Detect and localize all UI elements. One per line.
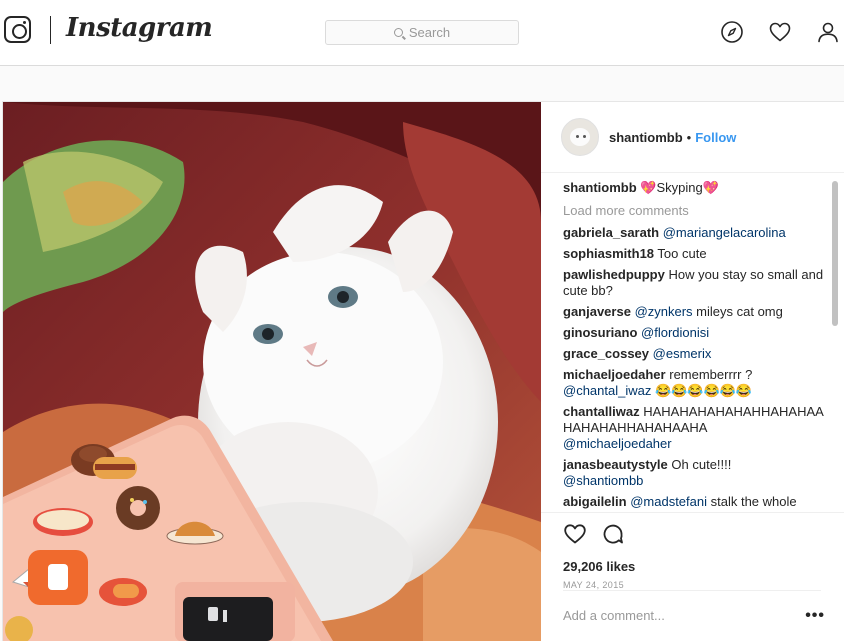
comments-list[interactable]: shantiombb 💖Skyping💖 Load more comments … — [563, 180, 833, 512]
comment-username[interactable]: abigailelin — [563, 494, 627, 509]
list-item: chantalliwaz HAHAHAHAHAHAHHAHAHAAHAHAHAH… — [563, 404, 833, 452]
comment-username[interactable]: michaeljoedaher — [563, 367, 666, 382]
search-icon — [393, 28, 403, 37]
comment-username[interactable]: gabriela_sarath — [563, 225, 659, 240]
comment-bubble-icon[interactable] — [601, 522, 625, 546]
comment-text: 😂😂😂😂😂😂 — [651, 383, 753, 398]
list-item: pawlishedpuppy How you stay so small and… — [563, 267, 833, 299]
post-actions: 29,206 likes MAY 24, 2015 — [541, 512, 844, 590]
add-comment-field[interactable]: Add a comment... ••• — [563, 590, 824, 640]
kitten-photo — [3, 102, 541, 641]
list-item: janasbeautystyle Oh cute!!!! @shantiombb — [563, 457, 833, 489]
list-item: grace_cossey @esmerix — [563, 346, 833, 362]
search-input[interactable]: Search — [325, 20, 519, 45]
list-item: abigailelin @madstefani stalk the whole — [563, 494, 833, 510]
comment-username[interactable]: chantalliwaz — [563, 404, 640, 419]
comment-username[interactable]: grace_cossey — [563, 346, 649, 361]
follow-button[interactable]: Follow — [695, 130, 736, 145]
comment-username[interactable]: ganjaverse — [563, 304, 631, 319]
separator-dot: • — [686, 129, 692, 145]
scrollbar-thumb[interactable] — [832, 181, 838, 326]
instagram-logo-icon[interactable] — [4, 16, 31, 43]
caption-username[interactable]: shantiombb — [563, 180, 637, 195]
comment-text: Oh cute!!!! — [671, 457, 732, 472]
post-date: MAY 24, 2015 — [563, 580, 625, 590]
likes-count[interactable]: 29,206 likes — [563, 559, 844, 574]
post-sidebar: shantiombb • Follow shantiombb 💖Skyping💖… — [541, 102, 844, 641]
list-item: sophiasmith18 Too cute — [563, 246, 833, 262]
list-item: gabriela_sarath @mariangelacarolina — [563, 225, 833, 241]
comment-mention[interactable]: @flordionisi — [641, 325, 709, 340]
caption: shantiombb 💖Skyping💖 — [563, 180, 833, 196]
comment-mention[interactable]: @esmerix — [653, 346, 712, 361]
compass-icon[interactable] — [720, 20, 744, 44]
comments-scrollbar[interactable] — [831, 175, 840, 512]
profile-icon[interactable] — [816, 20, 840, 44]
comment-mention[interactable]: @michaeljoedaher — [563, 436, 672, 451]
comment-mention[interactable]: @madstefani — [630, 494, 707, 509]
search-placeholder: Search — [408, 25, 451, 40]
add-comment-placeholder: Add a comment... — [563, 608, 665, 623]
comment-text: rememberrrr ? — [669, 367, 753, 382]
comment-mention[interactable]: @zynkers — [635, 304, 693, 319]
heart-outline-icon[interactable] — [563, 522, 587, 546]
avatar[interactable] — [561, 118, 599, 156]
comment-mention[interactable]: @shantiombb — [563, 473, 643, 488]
list-item: ganjaverse @zynkers mileys cat omg — [563, 304, 833, 320]
comment-text: Too cute — [657, 246, 707, 261]
post-owner-username[interactable]: shantiombb — [609, 130, 683, 145]
comment-username[interactable]: sophiasmith18 — [563, 246, 654, 261]
comment-mention[interactable]: @mariangelacarolina — [663, 225, 786, 240]
load-more-comments-button[interactable]: Load more comments — [563, 203, 833, 219]
comment-username[interactable]: janasbeautystyle — [563, 457, 668, 472]
list-item: michaeljoedaher rememberrrr ? @chantal_i… — [563, 367, 833, 399]
instagram-wordmark[interactable]: Instagram — [66, 13, 213, 43]
list-item: ginosuriano @flordionisi — [563, 325, 833, 341]
comment-text: stalk the whole — [707, 494, 797, 509]
post-photo[interactable] — [3, 102, 541, 641]
post-card: shantiombb • Follow shantiombb 💖Skyping💖… — [2, 101, 844, 641]
comment-username[interactable]: pawlishedpuppy — [563, 267, 665, 282]
heart-icon[interactable] — [768, 20, 792, 44]
more-options-button[interactable]: ••• — [805, 607, 825, 623]
post-header: shantiombb • Follow — [541, 102, 844, 173]
top-nav: Instagram Search — [0, 0, 844, 66]
comment-mention[interactable]: @chantal_iwaz — [563, 383, 651, 398]
comment-text: mileys cat omg — [692, 304, 783, 319]
nav-divider — [50, 16, 51, 44]
caption-text: 💖Skyping💖 — [640, 180, 719, 195]
comment-username[interactable]: ginosuriano — [563, 325, 637, 340]
